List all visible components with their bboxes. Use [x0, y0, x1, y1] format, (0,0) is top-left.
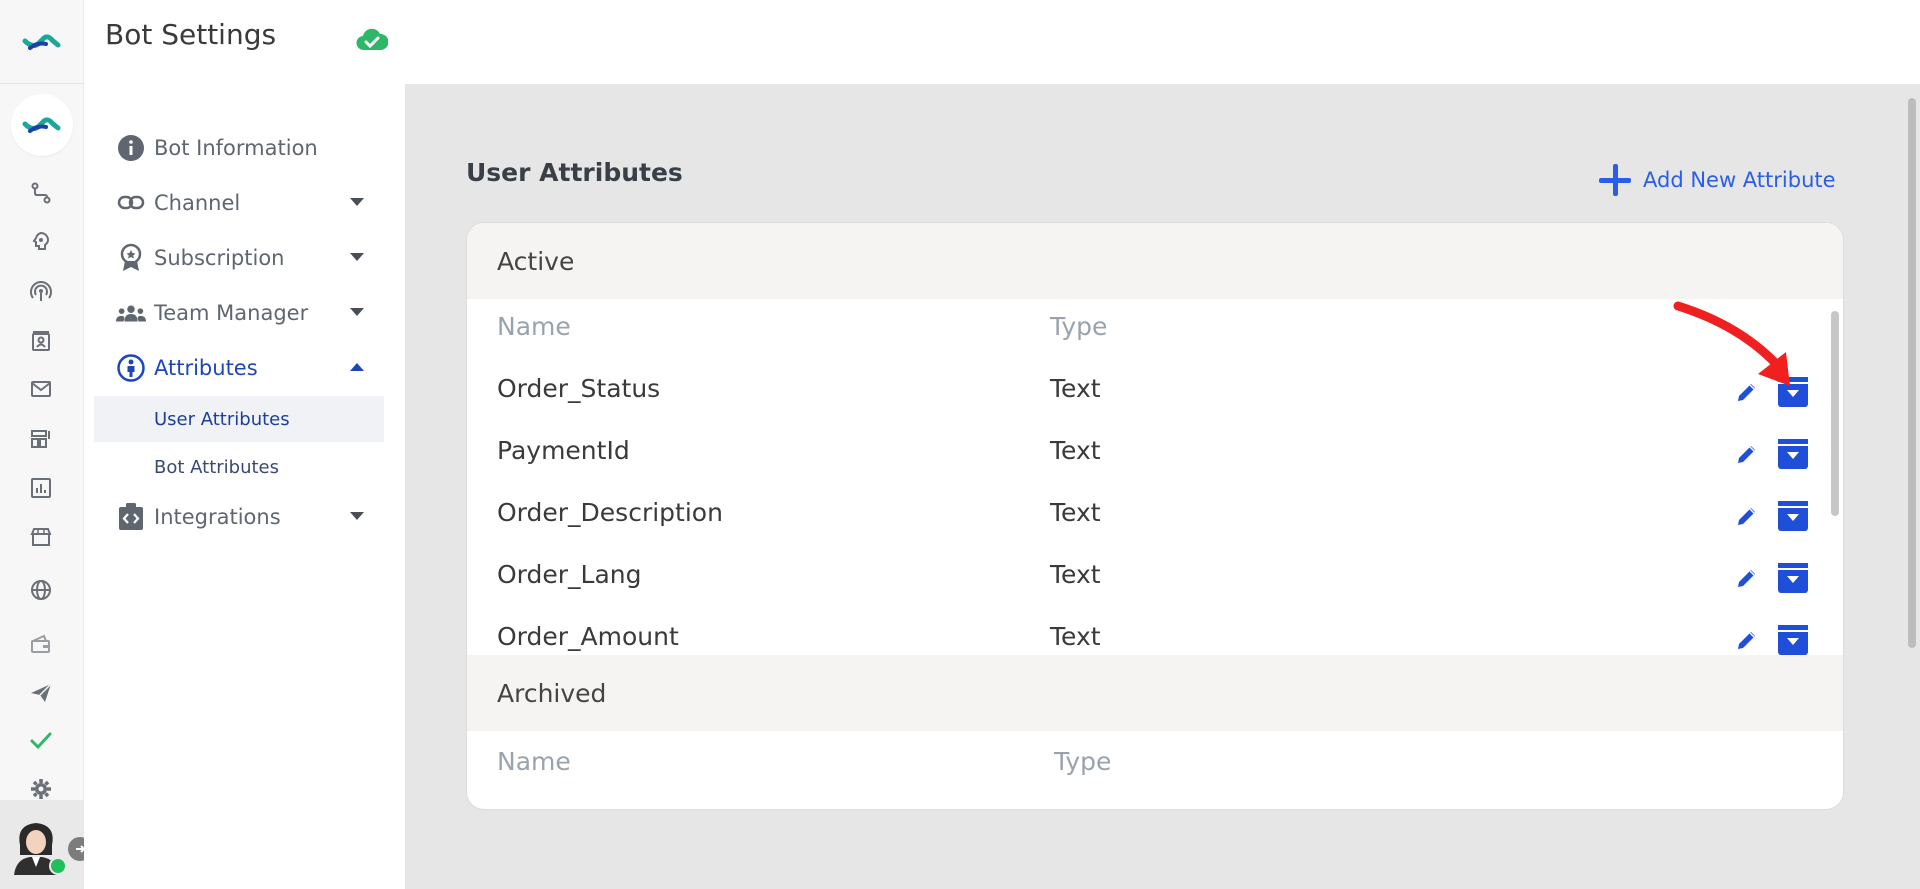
- archive-icon[interactable]: [1778, 563, 1808, 593]
- mail-icon[interactable]: [26, 374, 56, 404]
- nav-label: Team Manager: [154, 301, 309, 325]
- settings-sidebar: Bot Information Channel Subscription Tea…: [84, 84, 405, 889]
- top-header: Bot Settings: [84, 0, 1920, 84]
- attribute-name: PaymentId: [497, 436, 630, 465]
- nav-user-attributes[interactable]: User Attributes: [94, 396, 384, 442]
- nav-label: Integrations: [154, 505, 281, 529]
- edit-icon[interactable]: [1732, 501, 1762, 531]
- wallet-icon[interactable]: [26, 629, 56, 659]
- nav-subscription[interactable]: Subscription: [116, 238, 376, 278]
- attribute-name: Order_Lang: [497, 560, 642, 589]
- attribute-type: Text: [1050, 560, 1101, 589]
- archived-group-header: Archived: [467, 655, 1843, 731]
- team-icon: [116, 298, 146, 328]
- list-scrollbar[interactable]: [1831, 311, 1839, 516]
- link-icon: [116, 188, 146, 218]
- bot-avatar[interactable]: [11, 94, 73, 156]
- icon-rail: [0, 0, 92, 889]
- person-circle-icon: [116, 353, 146, 383]
- code-clipboard-icon: [116, 502, 146, 532]
- attribute-type: Text: [1050, 436, 1101, 465]
- nav-integrations[interactable]: Integrations: [116, 497, 376, 537]
- archive-icon[interactable]: [1778, 501, 1808, 531]
- attributes-card: Active Name Type Order_Status Text Payme…: [466, 222, 1844, 810]
- nav-bot-information[interactable]: Bot Information: [116, 128, 376, 168]
- broadcast-icon[interactable]: [26, 277, 56, 307]
- edit-icon[interactable]: [1732, 563, 1762, 593]
- cloud-check-icon: [356, 24, 389, 54]
- add-new-attribute-label: Add New Attribute: [1643, 168, 1836, 192]
- nav-attributes[interactable]: Attributes: [116, 348, 376, 388]
- dashboard-icon[interactable]: [26, 424, 56, 454]
- chevron-down-icon: [350, 512, 364, 520]
- nav-channel[interactable]: Channel: [116, 183, 376, 223]
- chevron-down-icon: [350, 308, 364, 316]
- column-header-type: Type: [1054, 747, 1112, 776]
- attribute-name: Order_Description: [497, 498, 723, 527]
- archive-icon[interactable]: [1778, 625, 1808, 655]
- attribute-type: Text: [1050, 622, 1101, 651]
- online-status-dot: [49, 857, 67, 875]
- nav-team-manager[interactable]: Team Manager: [116, 293, 376, 333]
- add-new-attribute-button[interactable]: Add New Attribute: [1597, 160, 1836, 200]
- check-icon[interactable]: [26, 725, 56, 755]
- attribute-type: Text: [1050, 374, 1101, 403]
- bot-logo-icon: [22, 117, 61, 133]
- edit-icon[interactable]: [1732, 439, 1762, 469]
- column-header-type: Type: [1050, 312, 1108, 341]
- analytics-icon[interactable]: [26, 473, 56, 503]
- archive-icon[interactable]: [1778, 439, 1808, 469]
- nav-label: Channel: [154, 191, 241, 215]
- brand-logo[interactable]: [0, 0, 84, 84]
- section-title: User Attributes: [466, 158, 683, 187]
- info-icon: [116, 133, 146, 163]
- plus-icon: [1597, 162, 1633, 198]
- active-list[interactable]: Name Type Order_Status Text PaymentId Te…: [467, 299, 1843, 657]
- edit-icon[interactable]: [1732, 625, 1762, 655]
- flow-icon[interactable]: [26, 178, 56, 208]
- chevron-down-icon: [350, 198, 364, 206]
- active-group-header: Active: [467, 223, 1843, 299]
- contacts-icon[interactable]: [26, 326, 56, 356]
- brand-logo-icon: [22, 33, 61, 50]
- nav-label: Bot Information: [154, 136, 318, 160]
- globe-icon[interactable]: [26, 575, 56, 605]
- award-icon: [116, 243, 146, 273]
- page-title: Bot Settings: [105, 18, 277, 51]
- nav-bot-attributes[interactable]: Bot Attributes: [94, 444, 384, 490]
- nav-label: Attributes: [154, 356, 258, 380]
- column-header-name: Name: [497, 747, 571, 776]
- annotation-arrow-icon: [1673, 301, 1790, 386]
- brain-icon[interactable]: [26, 227, 56, 257]
- chevron-up-icon: [350, 363, 364, 371]
- column-header-name: Name: [497, 312, 571, 341]
- chevron-down-icon: [350, 253, 364, 261]
- attribute-name: Order_Amount: [497, 622, 679, 651]
- send-icon[interactable]: [26, 678, 56, 708]
- nav-label: Subscription: [154, 246, 285, 270]
- page-scrollbar[interactable]: [1908, 98, 1916, 648]
- store-icon[interactable]: [26, 522, 56, 552]
- attribute-type: Text: [1050, 498, 1101, 527]
- main-content: User Attributes Add New Attribute Active…: [405, 84, 1920, 889]
- attribute-name: Order_Status: [497, 374, 661, 403]
